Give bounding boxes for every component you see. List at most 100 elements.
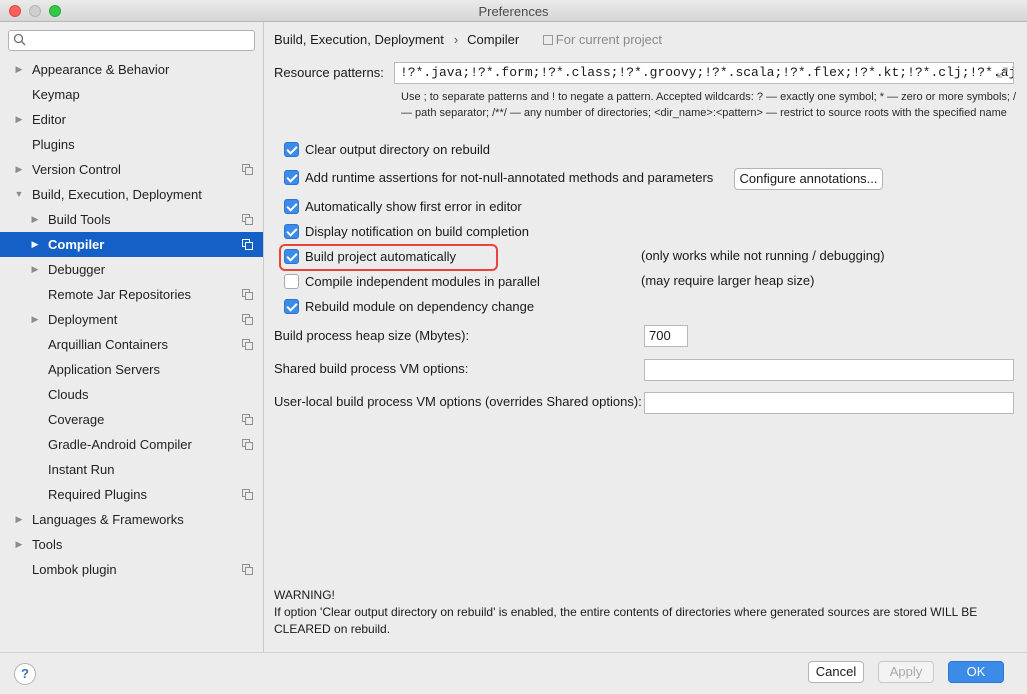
sidebar-item-build-tools[interactable]: ▶ Build Tools [0, 207, 263, 232]
sidebar-item-label: Build Tools [48, 212, 111, 227]
settings-search-input[interactable] [8, 30, 255, 51]
collapsed-arrow-icon[interactable]: ▶ [14, 507, 24, 532]
checkbox-unchecked[interactable] [284, 274, 299, 289]
option-label: Display notification on build completion [305, 224, 530, 239]
collapsed-arrow-icon[interactable]: ▶ [14, 57, 24, 82]
collapsed-arrow-icon[interactable]: ▶ [30, 232, 40, 257]
resource-patterns-label: Resource patterns: [274, 65, 384, 80]
sidebar-item-label: Application Servers [48, 362, 160, 377]
expand-icon[interactable] [996, 66, 1009, 79]
user-vm-options-label: User-local build process VM options (ove… [274, 394, 642, 409]
option-label: Automatically show first error in editor [305, 199, 522, 214]
project-scope-icon [242, 289, 253, 300]
project-scope-icon [242, 339, 253, 350]
breadcrumb-parent[interactable]: Build, Execution, Deployment [274, 32, 444, 47]
help-button[interactable]: ? [14, 663, 36, 685]
project-scope-icon [242, 239, 253, 250]
build-automatically-highlight [279, 244, 498, 271]
collapsed-arrow-icon[interactable]: ▶ [14, 157, 24, 182]
project-scope-icon [242, 414, 253, 425]
sidebar-item-instant-run[interactable]: Instant Run [0, 457, 263, 482]
warning-text: If option 'Clear output directory on reb… [274, 605, 978, 636]
collapsed-arrow-icon[interactable]: ▶ [30, 257, 40, 282]
settings-sidebar: ▶ Appearance & Behavior Keymap ▶ Editor Plugi… [0, 22, 264, 652]
checkbox-checked[interactable] [284, 142, 299, 157]
shared-vm-options-input[interactable] [644, 359, 1014, 381]
collapsed-arrow-icon[interactable]: ▶ [14, 532, 24, 557]
expanded-arrow-icon[interactable]: ▼ [14, 182, 24, 207]
sidebar-item-label: Version Control [32, 162, 121, 177]
sidebar-item-debugger[interactable]: ▶ Debugger [0, 257, 263, 282]
configure-annotations-button[interactable]: Configure annotations... [734, 168, 883, 190]
sidebar-item-tools[interactable]: ▶ Tools [0, 532, 263, 557]
shared-vm-options-label: Shared build process VM options: [274, 361, 469, 376]
sidebar-item-remote-jar-repositories[interactable]: Remote Jar Repositories [0, 282, 263, 307]
ok-button[interactable]: OK [948, 661, 1004, 683]
project-scope-icon [242, 314, 253, 325]
build-auto-note: (only works while not running / debuggin… [641, 248, 885, 263]
sidebar-item-editor[interactable]: ▶ Editor [0, 107, 263, 132]
compiler-settings-panel: Build, Execution, Deployment › Compiler Fo… [264, 22, 1027, 652]
sidebar-item-arquillian-containers[interactable]: Arquillian Containers [0, 332, 263, 357]
option-label: Add runtime assertions for not-null-anno… [305, 170, 714, 185]
sidebar-item-label: Remote Jar Repositories [48, 287, 192, 302]
sidebar-item-deployment[interactable]: ▶ Deployment [0, 307, 263, 332]
project-scope-icon [242, 489, 253, 500]
sidebar-item-required-plugins[interactable]: Required Plugins [0, 482, 263, 507]
heap-size-input[interactable]: 700 [644, 325, 688, 347]
sidebar-item-label: Keymap [32, 87, 80, 102]
collapsed-arrow-icon[interactable]: ▶ [30, 207, 40, 232]
breadcrumb-separator: › [453, 32, 459, 47]
sidebar-item-keymap[interactable]: Keymap [0, 82, 263, 107]
collapsed-arrow-icon[interactable]: ▶ [30, 307, 40, 332]
sidebar-item-label: Coverage [48, 412, 105, 427]
sidebar-item-label: Tools [32, 537, 63, 552]
resource-patterns-hint: Use ; to separate patterns and ! to nega… [401, 91, 1017, 119]
sidebar-item-plugins[interactable]: Plugins [0, 132, 263, 157]
resource-patterns-input[interactable]: !?*.java;!?*.form;!?*.class;!?*.groovy;!… [394, 62, 1014, 84]
title-bar: Preferences [0, 0, 1027, 22]
checkbox-checked[interactable] [284, 299, 299, 314]
sidebar-item-label: Debugger [48, 262, 106, 277]
project-scope-icon [242, 214, 253, 225]
sidebar-item-appearance-behavior[interactable]: ▶ Appearance & Behavior [0, 57, 263, 82]
cancel-button[interactable]: Cancel [808, 661, 864, 683]
rebuild-warning: WARNING! If option 'Clear output directo… [274, 587, 1014, 638]
sidebar-item-coverage[interactable]: Coverage [0, 407, 263, 432]
project-scope-icon [242, 564, 253, 575]
checkbox-checked[interactable] [284, 199, 299, 214]
sidebar-item-label: Plugins [32, 137, 75, 152]
sidebar-item-languages-frameworks[interactable]: ▶ Languages & Frameworks [0, 507, 263, 532]
sidebar-item-label: Compiler [48, 237, 105, 252]
sidebar-item-application-servers[interactable]: Application Servers [0, 357, 263, 382]
sidebar-item-build-execution-deployment[interactable]: ▼ Build, Execution, Deployment [0, 182, 263, 207]
breadcrumb-current: Compiler [467, 32, 520, 47]
option-label: Rebuild module on dependency change [305, 299, 535, 314]
window-title: Preferences [478, 4, 549, 19]
project-scope-icon [542, 35, 553, 45]
sidebar-item-clouds[interactable]: Clouds [0, 382, 263, 407]
settings-tree: ▶ Appearance & Behavior Keymap ▶ Editor Plugi… [0, 57, 263, 582]
sidebar-item-label: Clouds [48, 387, 89, 402]
project-scope-text: For current project [555, 32, 662, 47]
checkbox-checked[interactable] [284, 224, 299, 239]
collapsed-arrow-icon[interactable]: ▶ [14, 107, 24, 132]
sidebar-item-gradle-android-compiler[interactable]: Gradle-Android Compiler [0, 432, 263, 457]
project-scope-icon [242, 439, 253, 450]
sidebar-item-lombok-plugin[interactable]: Lombok plugin [0, 557, 263, 582]
checkbox-checked[interactable] [284, 170, 299, 185]
sidebar-item-label: Required Plugins [48, 487, 148, 502]
sidebar-item-label: Appearance & Behavior [32, 62, 170, 77]
sidebar-item-compiler[interactable]: ▶ Compiler [0, 232, 263, 257]
project-scope-label: For current project [542, 32, 662, 47]
sidebar-item-label: Deployment [48, 312, 118, 327]
option-label: Clear output directory on rebuild [305, 142, 490, 157]
sidebar-item-version-control[interactable]: ▶ Version Control [0, 157, 263, 182]
parallel-note: (may require larger heap size) [641, 273, 815, 288]
apply-button[interactable]: Apply [878, 661, 934, 683]
option-label: Compile independent modules in parallel [305, 274, 540, 289]
user-vm-options-input[interactable] [644, 392, 1014, 414]
project-scope-icon [242, 164, 253, 175]
sidebar-item-label: Instant Run [48, 462, 115, 477]
sidebar-item-label: Lombok plugin [32, 562, 117, 577]
